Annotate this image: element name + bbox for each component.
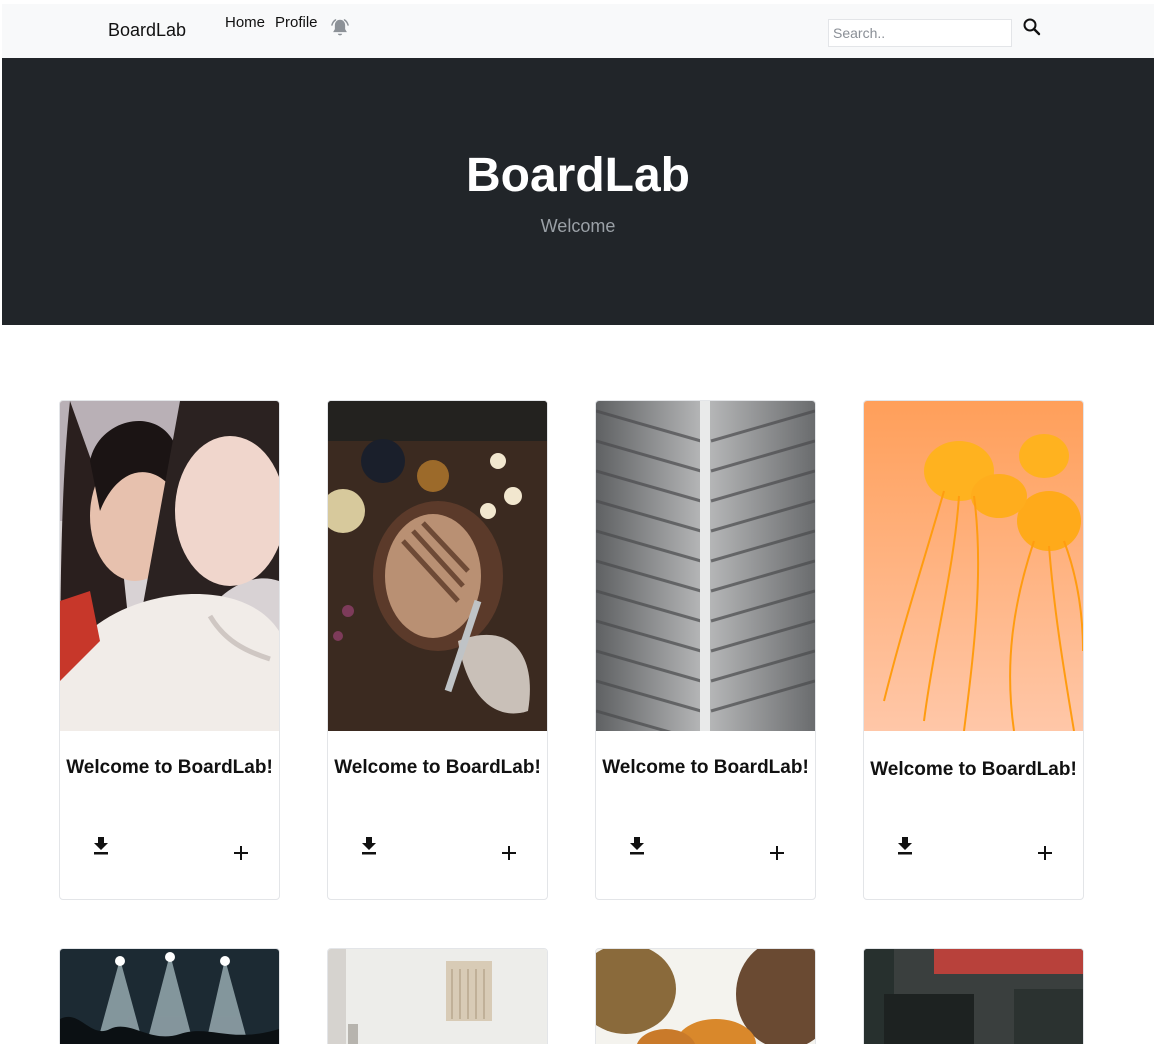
board-card[interactable]: [863, 948, 1084, 1044]
brand-link[interactable]: BoardLab: [108, 20, 186, 41]
download-icon: [630, 837, 644, 855]
card-image-leaf[interactable]: [596, 401, 815, 731]
add-to-board-button[interactable]: [232, 845, 250, 863]
card-title: Welcome to BoardLab!: [602, 757, 809, 778]
add-to-board-button[interactable]: [768, 845, 786, 863]
card-image-metro-street[interactable]: [864, 949, 1083, 1044]
search-button[interactable]: [1020, 16, 1044, 40]
download-button[interactable]: [628, 837, 646, 857]
download-button[interactable]: [360, 837, 378, 857]
card-title: Welcome to BoardLab!: [66, 757, 273, 778]
plus-icon: [234, 846, 248, 860]
board-card[interactable]: Welcome to BoardLab!: [327, 400, 548, 900]
download-button[interactable]: [92, 837, 110, 857]
hero-title: BoardLab: [465, 149, 690, 202]
board-card[interactable]: Welcome to BoardLab!: [595, 400, 816, 900]
board-card[interactable]: Welcome to BoardLab!: [59, 400, 280, 900]
nav-home[interactable]: Home: [225, 14, 265, 31]
top-navbar: BoardLab Home Profile: [2, 4, 1154, 58]
search-icon: [1023, 18, 1041, 35]
board-card[interactable]: [327, 948, 548, 1044]
board-card[interactable]: Welcome to BoardLab!: [863, 400, 1084, 900]
bell-icon[interactable]: [329, 17, 351, 39]
download-button[interactable]: [896, 837, 914, 857]
search-input[interactable]: [828, 19, 1012, 47]
card-image-autumn-trees[interactable]: [596, 949, 815, 1044]
board-card[interactable]: [59, 948, 280, 1044]
card-image-jellyfish[interactable]: [864, 401, 1083, 731]
hero-subtitle: Welcome: [540, 216, 616, 236]
plus-icon: [1038, 846, 1052, 860]
card-image-portrait[interactable]: [60, 401, 279, 731]
card-title: Welcome to BoardLab!: [870, 759, 1077, 780]
card-title: Welcome to BoardLab!: [334, 757, 541, 778]
card-image-room[interactable]: [328, 949, 547, 1044]
add-to-board-button[interactable]: [1036, 845, 1054, 863]
download-icon: [362, 837, 376, 855]
board-card[interactable]: [595, 948, 816, 1044]
hero-banner: BoardLab Welcome: [2, 58, 1154, 325]
add-to-board-button[interactable]: [500, 845, 518, 863]
plus-icon: [502, 846, 516, 860]
download-icon: [898, 837, 912, 855]
card-image-bread[interactable]: [328, 401, 547, 731]
plus-icon: [770, 846, 784, 860]
card-image-concert[interactable]: [60, 949, 279, 1044]
download-icon: [94, 837, 108, 855]
nav-profile[interactable]: Profile: [275, 14, 318, 31]
